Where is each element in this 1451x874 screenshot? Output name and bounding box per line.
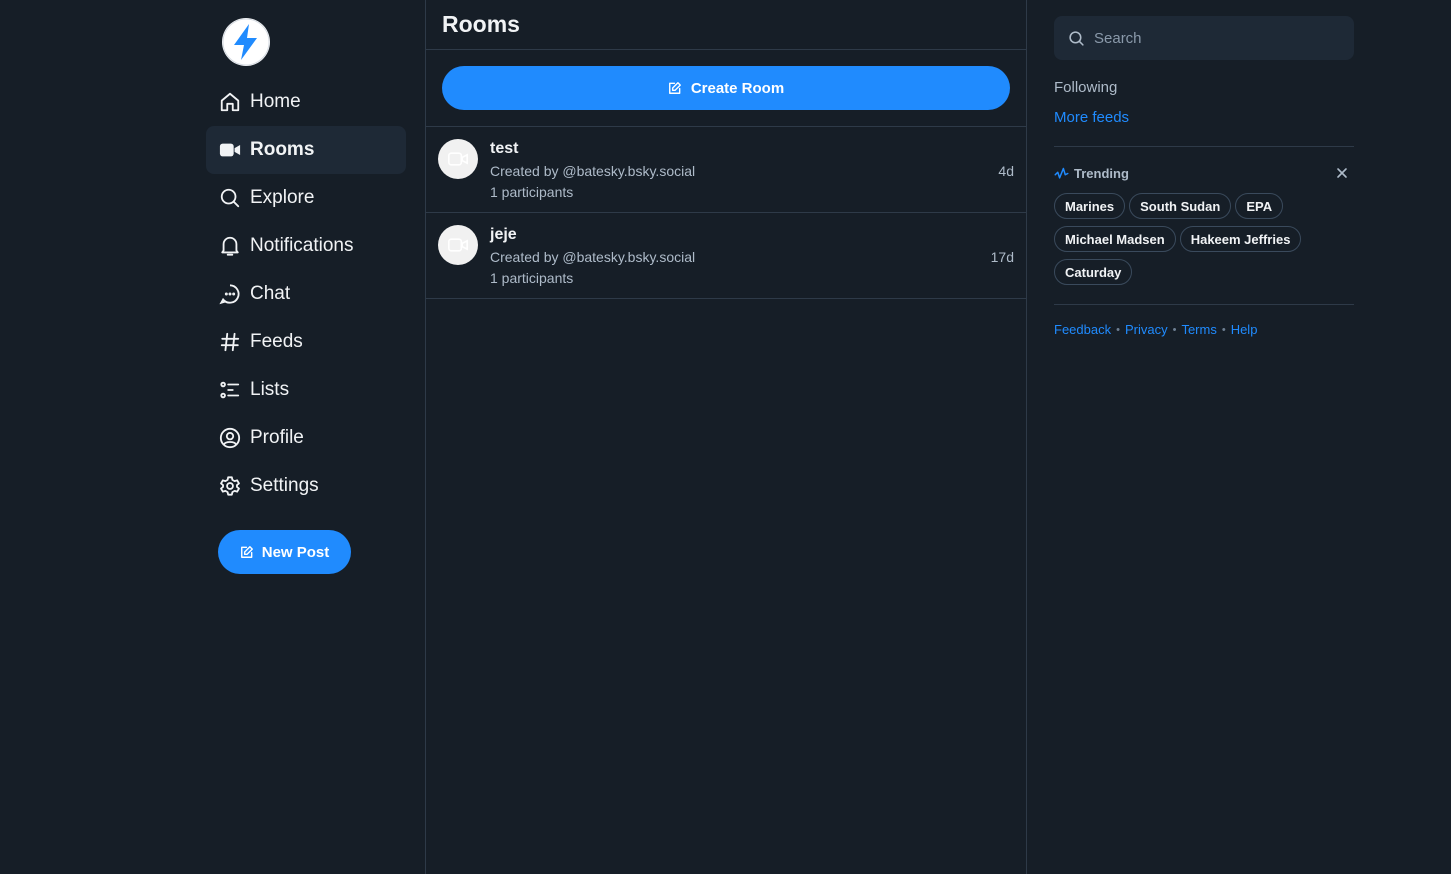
divider [1054, 304, 1354, 305]
user-circle-icon [219, 427, 241, 449]
nav-item-lists[interactable]: Lists [206, 366, 406, 414]
nav-item-label: Rooms [250, 139, 315, 160]
edit-icon [240, 546, 253, 558]
privacy-link[interactable]: Privacy [1125, 322, 1168, 337]
more-feeds-link[interactable]: More feeds [1054, 109, 1129, 126]
search-icon [219, 187, 241, 209]
search-icon [1069, 30, 1084, 46]
nav-item-notifications[interactable]: Notifications [206, 222, 406, 270]
video-camera-icon [448, 238, 468, 252]
separator-dot: • [1116, 323, 1120, 336]
search-input[interactable] [1094, 29, 1334, 47]
edit-icon [668, 82, 681, 94]
home-icon [219, 91, 241, 113]
nav-item-label: Feeds [250, 331, 303, 352]
trending-topic-chip[interactable]: Michael Madsen [1054, 226, 1176, 252]
room-avatar [438, 139, 478, 179]
video-camera-icon [219, 139, 241, 161]
video-camera-icon [448, 152, 468, 166]
trending-topic-chip[interactable]: Marines [1054, 193, 1126, 219]
terms-link[interactable]: Terms [1181, 322, 1216, 337]
room-age: 4d [998, 163, 1014, 179]
create-room-section: Create Room [426, 50, 1026, 127]
room-participants: 1 participants [490, 270, 574, 286]
nav-item-home[interactable]: Home [206, 78, 406, 126]
close-icon[interactable] [1336, 167, 1348, 179]
nav-item-label: Home [250, 91, 301, 112]
help-link[interactable]: Help [1231, 322, 1258, 337]
nav-item-label: Explore [250, 187, 315, 208]
nav-item-settings[interactable]: Settings [206, 462, 406, 510]
new-post-label: New Post [261, 543, 330, 561]
nav-item-chat[interactable]: Chat [206, 270, 406, 318]
nav-item-label: Profile [250, 427, 304, 448]
room-list-item[interactable]: jeje Created by @batesky.bsky.social 1 p… [426, 213, 1026, 299]
search-box[interactable] [1054, 16, 1354, 60]
nav-item-label: Settings [250, 475, 319, 496]
footer-links: Feedback • Privacy • Terms • Help [1054, 322, 1257, 337]
room-name: jeje [490, 226, 517, 243]
list-icon [219, 379, 241, 401]
trending-topic-chip[interactable]: EPA [1235, 193, 1284, 219]
separator-dot: • [1172, 323, 1177, 336]
hashtag-icon [219, 331, 241, 353]
nav-item-label: Chat [250, 283, 291, 304]
room-age: 17d [990, 249, 1014, 265]
page-title: Rooms [442, 11, 520, 37]
trending-topics: Marines South Sudan EPA Michael Madsen H… [1054, 193, 1354, 285]
main-column: Rooms Create Room test Created by @bates… [425, 0, 1027, 874]
app-logo-icon[interactable] [222, 18, 270, 66]
trending-icon [1054, 167, 1069, 179]
following-link[interactable]: Following [1054, 79, 1117, 96]
nav-item-explore[interactable]: Explore [206, 174, 406, 222]
trending-topic-chip[interactable]: Caturday [1054, 259, 1133, 285]
new-post-button[interactable]: New Post [218, 530, 351, 574]
trending-header: Trending [1054, 166, 1354, 181]
nav-item-feeds[interactable]: Feeds [206, 318, 406, 366]
room-creator: Created by @batesky.bsky.social [490, 163, 696, 179]
trending-title: Trending [1074, 166, 1129, 181]
page-header: Rooms [426, 0, 1026, 50]
trending-topic-chip[interactable]: Hakeem Jeffries [1179, 226, 1302, 252]
room-name: test [490, 140, 519, 157]
divider [1054, 146, 1354, 147]
create-room-button[interactable]: Create Room [442, 66, 1010, 110]
nav-list: Home Rooms Explore Notifications Chat Fe… [206, 78, 406, 510]
room-list-item[interactable]: test Created by @batesky.bsky.social 1 p… [426, 127, 1026, 213]
feedback-link[interactable]: Feedback [1054, 322, 1111, 337]
gear-icon [219, 475, 241, 497]
nav-item-label: Lists [250, 379, 290, 400]
trending-topic-chip[interactable]: South Sudan [1129, 193, 1232, 219]
room-creator: Created by @batesky.bsky.social [490, 249, 696, 265]
nav-item-rooms[interactable]: Rooms [206, 126, 406, 174]
nav-item-label: Notifications [250, 235, 354, 256]
room-avatar [438, 225, 478, 265]
separator-dot: • [1221, 323, 1226, 336]
chat-bubble-icon [219, 283, 241, 305]
bell-icon [219, 235, 241, 257]
nav-item-profile[interactable]: Profile [206, 414, 406, 462]
room-participants: 1 participants [490, 184, 574, 200]
create-room-label: Create Room [690, 79, 785, 97]
